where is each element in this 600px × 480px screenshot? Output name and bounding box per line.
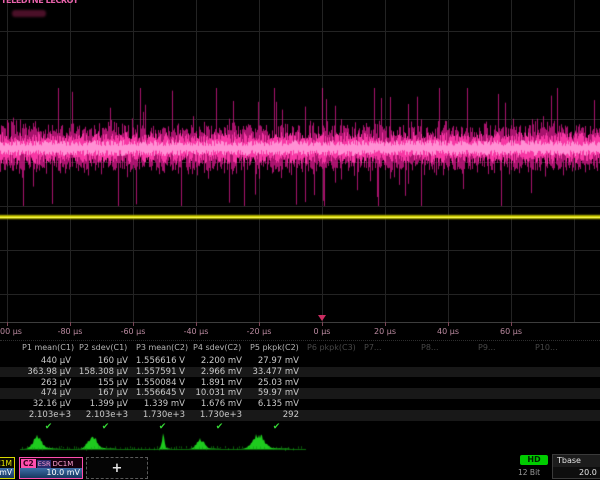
status-check-icon: ✔ bbox=[45, 422, 53, 432]
measurement-value: 167 µV bbox=[77, 388, 128, 398]
measurement-value: 440 µV bbox=[20, 356, 71, 366]
time-axis-tick bbox=[385, 322, 386, 326]
measurement-header-p9[interactable]: P9... bbox=[478, 343, 496, 352]
measurement-header-p10[interactable]: P10... bbox=[535, 343, 558, 352]
status-check-icon: ✔ bbox=[216, 422, 224, 432]
measurement-value: 363.98 µV bbox=[20, 367, 71, 377]
c2-coupling-label: DC1M bbox=[52, 460, 73, 468]
c2-vertical-scale: 10.0 mV bbox=[46, 468, 80, 477]
measurement-value: 160 µV bbox=[77, 356, 128, 366]
hd-bits-label: 12 Bit bbox=[518, 468, 540, 477]
time-axis-tick bbox=[322, 322, 323, 326]
measurement-value: 27.97 mV bbox=[248, 356, 299, 366]
c2-channel-badge: C2 bbox=[21, 459, 36, 468]
time-axis-label: -60 µs bbox=[121, 327, 146, 336]
measurement-value: 10.031 mV bbox=[191, 388, 242, 398]
measurement-value: 1.730e+3 bbox=[191, 410, 242, 420]
measurement-value: 25.03 mV bbox=[248, 378, 299, 388]
measurement-row: 363.98 µV 158.308 µV 1.557591 V 2.966 mV 33.… bbox=[0, 367, 600, 378]
teledyne-lecroy-logo: TELEDYNE LECROY bbox=[1, 0, 78, 5]
measurement-value: 263 µV bbox=[20, 378, 71, 388]
time-axis-tick bbox=[448, 322, 449, 326]
time-axis-label: -100 µs bbox=[0, 327, 22, 336]
measurement-value: 1.891 mV bbox=[191, 378, 242, 388]
measurement-value: 2.103e+3 bbox=[77, 410, 128, 420]
measurement-value: 1.556645 V bbox=[134, 388, 185, 398]
measurement-header-p6[interactable]: P6 pkpk(C3) bbox=[307, 343, 356, 352]
trigger-position-marker[interactable] bbox=[318, 315, 326, 321]
measurement-value: 2.200 mV bbox=[191, 356, 242, 366]
measurement-value: 2.966 mV bbox=[191, 367, 242, 377]
status-check-icon: ✔ bbox=[102, 422, 110, 432]
add-trace-button[interactable]: + bbox=[86, 457, 148, 479]
measurement-header-p3[interactable]: P3 mean(C2) bbox=[136, 343, 188, 352]
time-axis-tick bbox=[7, 322, 8, 326]
channel-c1-descriptor[interactable]: DC1M 0 mV bbox=[0, 457, 15, 479]
measurement-value: 1.676 mV bbox=[191, 399, 242, 409]
measurement-value: 158.308 µV bbox=[77, 367, 128, 377]
measurement-value: 1.730e+3 bbox=[134, 410, 185, 420]
c1-vertical-scale: 0 mV bbox=[0, 468, 12, 477]
status-check-icon: ✔ bbox=[159, 422, 167, 432]
measurement-row: 32.16 µV 1.399 µV 1.339 mV 1.676 mV 6.135 mV bbox=[0, 399, 600, 410]
timebase-scale-value: 20.0 µs bbox=[579, 468, 600, 477]
time-axis-line bbox=[0, 322, 600, 323]
measurement-value: 6.135 mV bbox=[248, 399, 299, 409]
time-axis-tick bbox=[133, 322, 134, 326]
measurement-value: 32.16 µV bbox=[20, 399, 71, 409]
channel-c2-descriptor[interactable]: C2 ESR DC1M 10.0 mV bbox=[19, 457, 83, 479]
measurement-value: 59.97 mV bbox=[248, 388, 299, 398]
measurement-value: 292 bbox=[248, 410, 299, 420]
c2-esr-badge: ESR bbox=[37, 460, 52, 468]
time-axis-tick bbox=[70, 322, 71, 326]
c2-descriptor-toprow: C2 ESR DC1M bbox=[21, 459, 73, 468]
measurement-table: P1 mean(C1) P2 sdev(C1) P3 mean(C2) P4 sdev… bbox=[0, 340, 600, 433]
time-axis-label: 40 µs bbox=[437, 327, 459, 336]
time-axis-label: -40 µs bbox=[184, 327, 209, 336]
measurement-value: 2.103e+3 bbox=[20, 410, 71, 420]
time-axis-label: 20 µs bbox=[374, 327, 396, 336]
measurement-row: 440 µV 160 µV 1.556616 V 2.200 mV 27.97 mV bbox=[0, 356, 600, 367]
measurement-value: 1.550084 V bbox=[134, 378, 185, 388]
plus-icon: + bbox=[112, 461, 123, 476]
measurement-value: 1.399 µV bbox=[77, 399, 128, 409]
measurement-header-p8[interactable]: P8... bbox=[421, 343, 439, 352]
measurement-value: 1.557591 V bbox=[134, 367, 185, 377]
measurement-row: 263 µV 155 µV 1.550084 V 1.891 mV 25.03 mV bbox=[0, 378, 600, 389]
measurement-row: 2.103e+3 2.103e+3 1.730e+3 1.730e+3 292 bbox=[0, 410, 600, 421]
time-axis-label: -20 µs bbox=[247, 327, 272, 336]
time-axis-tick bbox=[196, 322, 197, 326]
measurement-header-p1[interactable]: P1 mean(C1) bbox=[22, 343, 74, 352]
c1-coupling-label: DC1M bbox=[0, 459, 12, 468]
measurement-header-p4[interactable]: P4 sdev(C2) bbox=[193, 343, 241, 352]
hd-mode-badge: HD bbox=[520, 455, 548, 465]
measurement-header-p2[interactable]: P2 sdev(C1) bbox=[79, 343, 127, 352]
logo-tagline-smudge bbox=[12, 10, 46, 17]
measurement-header-p5[interactable]: P5 pkpk(C2) bbox=[250, 343, 299, 352]
oscilloscope-screen: TELEDYNE LECROY -100 µs -80 µs -60 µs -40 µ… bbox=[0, 0, 600, 480]
measurement-header-p7[interactable]: P7... bbox=[364, 343, 382, 352]
timebase-label: Tbase bbox=[557, 456, 581, 465]
measurement-value: 33.477 mV bbox=[248, 367, 299, 377]
timebase-descriptor[interactable]: Tbase 20.0 µs bbox=[552, 454, 600, 479]
time-axis-tick bbox=[511, 322, 512, 326]
status-check-icon: ✔ bbox=[273, 422, 281, 432]
time-axis-label: 60 µs bbox=[500, 327, 522, 336]
measurement-value: 1.556616 V bbox=[134, 356, 185, 366]
measurement-row: 474 µV 167 µV 1.556645 V 10.031 mV 59.97 mV bbox=[0, 388, 600, 399]
time-axis-label: 0 µs bbox=[314, 327, 331, 336]
measurement-value: 155 µV bbox=[77, 378, 128, 388]
measurement-value: 474 µV bbox=[20, 388, 71, 398]
time-axis-tick bbox=[259, 322, 260, 326]
time-axis-label: -80 µs bbox=[58, 327, 83, 336]
measurement-value: 1.339 mV bbox=[134, 399, 185, 409]
